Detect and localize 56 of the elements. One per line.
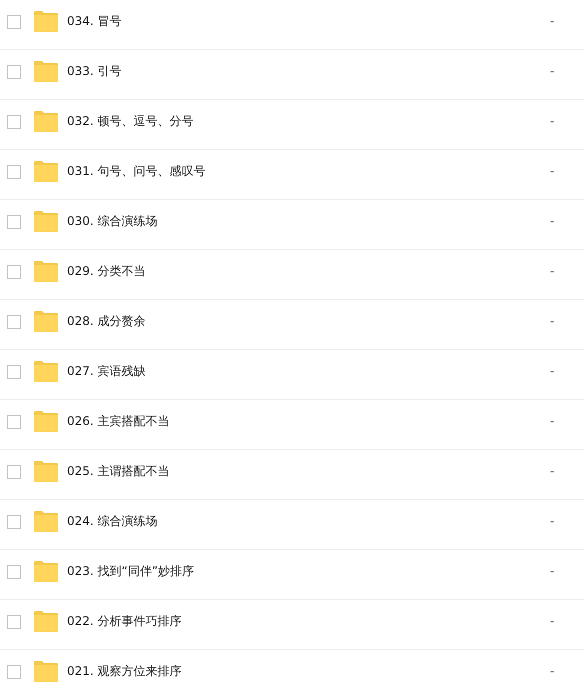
checkbox[interactable] xyxy=(7,614,21,628)
checkbox[interactable] xyxy=(7,514,21,528)
file-size: - xyxy=(550,364,554,378)
folder-name[interactable]: 032. 顿号、逗号、分号 xyxy=(67,113,194,130)
checkbox[interactable] xyxy=(7,114,21,128)
file-size: - xyxy=(550,214,554,228)
checkbox[interactable] xyxy=(7,64,21,78)
folder-icon xyxy=(34,611,58,632)
folder-icon xyxy=(34,11,58,32)
checkbox[interactable] xyxy=(7,214,21,228)
folder-icon xyxy=(34,511,58,532)
file-size: - xyxy=(550,514,554,528)
folder-name[interactable]: 025. 主谓搭配不当 xyxy=(67,463,170,480)
checkbox[interactable] xyxy=(7,164,21,178)
folder-name[interactable]: 028. 成分赘余 xyxy=(67,313,146,330)
folder-icon xyxy=(34,311,58,332)
file-size: - xyxy=(550,414,554,428)
file-size: - xyxy=(550,164,554,178)
checkbox[interactable] xyxy=(7,564,21,578)
folder-name[interactable]: 022. 分析事件巧排序 xyxy=(67,613,182,630)
file-size: - xyxy=(550,464,554,478)
folder-icon xyxy=(34,411,58,432)
folder-icon xyxy=(34,161,58,182)
checkbox[interactable] xyxy=(7,464,21,478)
file-size: - xyxy=(550,114,554,128)
folder-icon xyxy=(34,211,58,232)
folder-icon xyxy=(34,461,58,482)
file-size: - xyxy=(550,614,554,628)
folder-name[interactable]: 027. 宾语残缺 xyxy=(67,363,146,380)
file-size: - xyxy=(550,314,554,328)
folder-name[interactable]: 026. 主宾搭配不当 xyxy=(67,413,170,430)
folder-icon xyxy=(34,361,58,382)
file-size: - xyxy=(550,264,554,278)
folder-icon xyxy=(34,561,58,582)
checkbox[interactable] xyxy=(7,314,21,328)
file-size: - xyxy=(550,564,554,578)
folder-icon xyxy=(34,261,58,282)
folder-name[interactable]: 021. 观察方位来排序 xyxy=(67,663,182,680)
checkbox[interactable] xyxy=(7,414,21,428)
file-size: - xyxy=(550,664,554,678)
checkbox[interactable] xyxy=(7,364,21,378)
folder-name[interactable]: 030. 综合演练场 xyxy=(67,213,158,230)
folder-name[interactable]: 029. 分类不当 xyxy=(67,263,146,280)
folder-icon xyxy=(34,61,58,82)
folder-icon xyxy=(34,111,58,132)
file-size: - xyxy=(550,64,554,78)
folder-icon xyxy=(34,661,58,682)
checkbox[interactable] xyxy=(7,664,21,678)
checkbox[interactable] xyxy=(7,264,21,278)
checkbox[interactable] xyxy=(7,14,21,28)
folder-name[interactable]: 023. 找到“同伴”妙排序 xyxy=(67,563,194,580)
folder-name[interactable]: 034. 冒号 xyxy=(67,13,122,30)
folder-name[interactable]: 031. 句号、问号、感叹号 xyxy=(67,163,206,180)
folder-name[interactable]: 033. 引号 xyxy=(67,63,122,80)
folder-name[interactable]: 024. 综合演练场 xyxy=(67,513,158,530)
file-size: - xyxy=(550,14,554,28)
